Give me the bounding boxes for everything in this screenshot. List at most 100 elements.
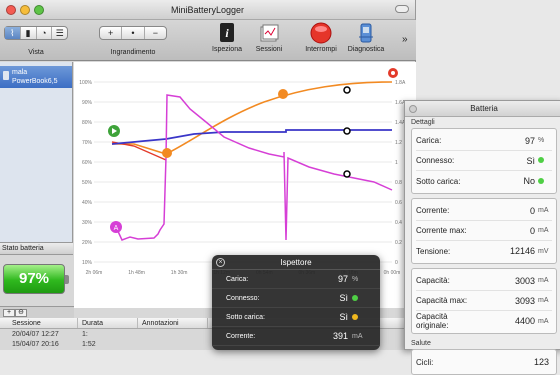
zoom-out-button[interactable]: −	[145, 27, 166, 39]
detail-row: Carica: 97%	[416, 131, 552, 151]
ispeziona-button[interactable]: i Ispeziona	[206, 22, 248, 53]
view-stats-icon[interactable]: ◔	[37, 27, 53, 39]
view-segmented-control[interactable]: ⌇ ▮ ◔ ☰	[4, 26, 68, 40]
minimize-window-button[interactable]	[20, 5, 30, 15]
y-right-tick-label: 1	[395, 160, 398, 166]
zoom-reset-button[interactable]: •	[122, 27, 145, 39]
col-durata[interactable]: Durata	[78, 318, 138, 328]
stop-marker	[388, 68, 398, 78]
zoom-in-button[interactable]: +	[100, 27, 123, 39]
detail-unit: %	[538, 137, 545, 144]
detail-row: Connesso: Sì	[212, 289, 380, 308]
sessioni-button[interactable]: Sessioni	[248, 22, 290, 53]
view-list-icon[interactable]: ☰	[52, 27, 67, 39]
detail-row: Carica: 97%	[212, 270, 380, 289]
detail-key: Sotto carica:	[226, 313, 265, 321]
detail-value: Sì	[526, 155, 535, 166]
zoom-segmented-control[interactable]: + • −	[99, 26, 167, 40]
y-tick-label: 50%	[82, 180, 93, 186]
detail-row: Corrente: 0 mA	[416, 201, 552, 221]
detail-key: Corrente:	[226, 332, 256, 340]
alert-marker: A	[110, 221, 122, 233]
detail-unit	[538, 177, 552, 185]
detail-value: 12146	[509, 246, 535, 256]
details-group-capacity: Capacità: 3003 mA Capacità max: 3093 mA Capaci…	[411, 268, 557, 334]
x-tick-label: 1h 48m	[128, 270, 145, 276]
detail-key: Capacità:	[416, 276, 450, 285]
y-tick-label: 10%	[82, 260, 93, 266]
detail-key: Capacità max:	[416, 296, 468, 305]
view-bars-icon[interactable]: ▮	[21, 27, 37, 39]
zoom-window-button[interactable]	[34, 5, 44, 15]
detail-row: Capacità originale: 4400 mA	[416, 311, 552, 331]
interrompi-button[interactable]: Interrompi	[300, 22, 342, 53]
detail-key: Connesso:	[416, 156, 455, 165]
ingrandimento-label: Ingrandimento	[110, 49, 156, 56]
close-window-button[interactable]	[6, 5, 16, 15]
sidebar-bottom-bar: + ⊖	[0, 306, 74, 318]
y-tick-label: 100%	[79, 80, 92, 86]
detail-key: Carica:	[226, 275, 249, 283]
detail-row: Tensione: 12146 mV	[416, 241, 552, 261]
sessions-icon	[258, 22, 280, 44]
add-button[interactable]: +	[3, 309, 15, 317]
detail-unit: mV	[538, 247, 549, 255]
y-tick-label: 90%	[82, 100, 93, 106]
detail-unit: mA	[538, 227, 549, 234]
window-title: MiniBatteryLogger	[170, 5, 245, 15]
battery-level-icon: 97%	[3, 264, 69, 294]
status-dot-icon	[352, 294, 358, 301]
detail-unit	[352, 313, 366, 321]
inspector-close-icon[interactable]: ×	[216, 258, 225, 267]
orange-marker-2	[278, 89, 288, 99]
detail-row: Capacità: 3003 mA	[416, 271, 552, 291]
panel-close-button[interactable]	[409, 105, 417, 113]
battery-percent: 97%	[18, 270, 50, 287]
toolbar-toggle-button[interactable]	[395, 5, 409, 13]
status-dot-icon	[538, 177, 544, 184]
details-group-current: Corrente: 0 mA Corrente max: 0 mA Tensione: 121…	[411, 198, 557, 264]
detail-key: Sotto carica:	[416, 176, 461, 186]
detail-key: Carica:	[416, 136, 442, 145]
start-marker	[108, 125, 120, 137]
orange-marker-1	[162, 148, 172, 158]
inspector-icon: i	[216, 22, 238, 44]
status-dot-icon	[538, 157, 544, 164]
inspector-title: Ispettore	[280, 258, 312, 267]
sidebar-item-mala[interactable]: mala PowerBook6,5	[0, 66, 72, 88]
stop-icon	[310, 22, 332, 44]
remove-button[interactable]: ⊖	[15, 309, 27, 317]
detail-key: Tensione:	[416, 246, 451, 256]
detail-key: Capacità originale:	[416, 312, 449, 330]
detail-row: Sotto carica: Sì	[212, 308, 380, 327]
battery-status-header: Stato batteria	[0, 242, 73, 255]
magenta-series-line	[115, 94, 393, 241]
col-sessione[interactable]: Sessione	[0, 318, 78, 328]
detail-value: 0	[529, 225, 535, 236]
detail-row: Corrente max: 0 mA	[416, 221, 552, 241]
y-right-tick-label: 0	[395, 260, 398, 266]
diagnostica-button[interactable]: Diagnostica	[345, 22, 387, 53]
detail-value: Sì	[339, 293, 348, 303]
col-annotazioni[interactable]: Annotazioni	[138, 318, 208, 328]
detail-value: 97	[337, 274, 348, 284]
detail-value: 0	[529, 205, 535, 216]
detail-value: 3003	[514, 275, 535, 286]
status-dot-icon	[352, 313, 358, 320]
detail-unit: mA	[538, 297, 549, 304]
detail-unit	[352, 294, 366, 302]
health-section-label: Salute	[411, 340, 431, 347]
detail-value: Sì	[339, 312, 348, 322]
x-tick-label: 0h 00m	[384, 270, 401, 276]
detail-unit: mA	[538, 317, 549, 325]
detail-row: Corrente: 391 mA	[212, 327, 380, 346]
detail-value: 391	[332, 331, 348, 341]
battery-panel: Batteria Dettagli Carica: 97% Connesso: Sì S…	[404, 100, 560, 375]
view-graph-icon[interactable]: ⌇	[5, 27, 21, 39]
detail-row: Sotto carica: No	[416, 171, 552, 191]
y-tick-label: 80%	[82, 120, 93, 126]
toolbar-overflow-icon[interactable]: »	[402, 34, 408, 45]
detail-key: Connesso:	[226, 294, 260, 302]
y-right-tick-label: 1.8A	[395, 80, 406, 86]
detail-unit	[538, 157, 552, 164]
